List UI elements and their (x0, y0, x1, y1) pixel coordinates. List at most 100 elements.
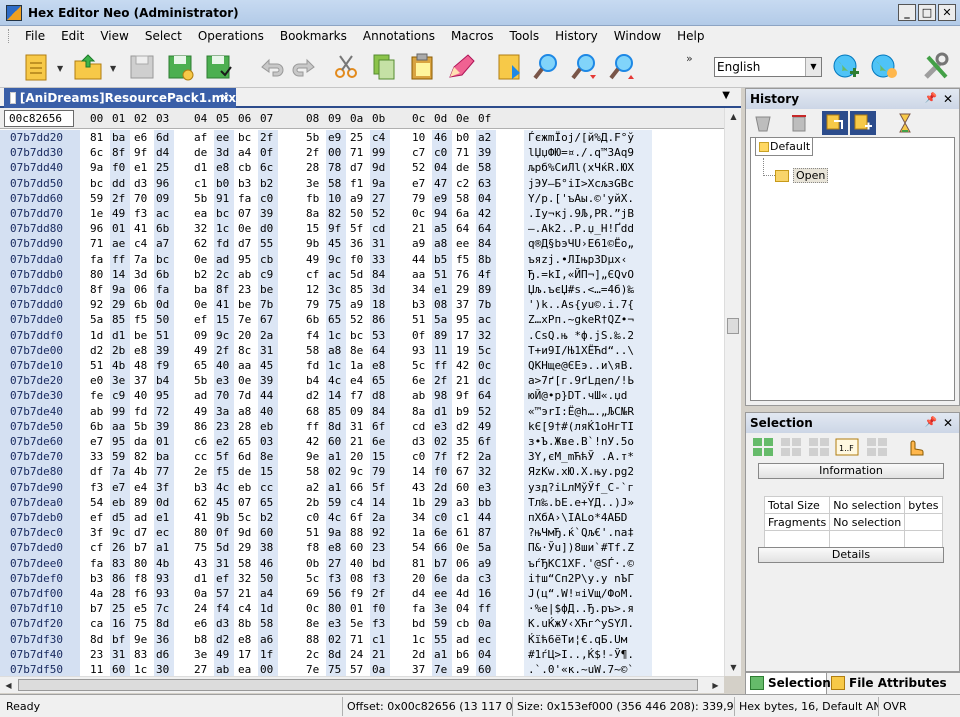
ascii-text[interactable]: ъяzј.­•ЛIњр3Dµх‹ (528, 252, 652, 268)
hex-row[interactable]: 07b7ddb0 80 14 3d 6b b2 2c ab c9 cf ac 5d 84 aa 51 76 4f… (0, 266, 724, 283)
menu-window[interactable]: Window (606, 26, 669, 46)
hex-byte[interactable]: 32 (478, 464, 498, 480)
hex-byte[interactable]: 37 (456, 297, 476, 313)
hex-byte[interactable]: 80 (90, 267, 110, 283)
hex-byte[interactable]: 94 (434, 206, 454, 222)
horizontal-scroll-thumb[interactable] (18, 679, 698, 691)
hex-byte[interactable]: 20 (412, 571, 432, 587)
hex-byte[interactable]: e3 (434, 419, 454, 435)
hex-column-label[interactable]: 01 (112, 112, 132, 125)
hex-byte[interactable]: 0e (194, 252, 214, 268)
hex-byte[interactable]: b0 (216, 176, 236, 192)
hex-column-label[interactable]: 06 (238, 112, 258, 125)
hex-byte[interactable]: e7 (90, 434, 110, 450)
hex-byte[interactable]: 14 (112, 267, 132, 283)
hex-view[interactable]: 00c82656 00 01 02 03 04 05 06 07 08 09 0a 0b 0c 0d 0e 0… (0, 108, 724, 676)
hex-byte[interactable]: bc (216, 206, 236, 222)
hex-byte[interactable]: 15 (260, 464, 280, 480)
hex-column-label[interactable]: 09 (328, 112, 348, 125)
hex-byte[interactable]: bc (156, 252, 176, 268)
hex-byte[interactable]: 32 (238, 571, 258, 587)
hex-byte[interactable]: 52 (412, 160, 432, 176)
ascii-text[interactable]: Џљ.ъєЏ#ѕ.<…=4б)‰ (528, 282, 652, 298)
hex-column-label[interactable]: 0e (456, 112, 476, 125)
hex-byte[interactable]: c2 (456, 176, 476, 192)
hex-byte[interactable]: cd (412, 419, 432, 435)
hex-byte[interactable]: 07 (238, 206, 258, 222)
ascii-text[interactable]: Tл‰.bE.e+YД..)Ј» (528, 495, 652, 511)
status-offset[interactable]: Offset: 0x00c82656 (13 117 014) (342, 697, 512, 716)
hex-byte[interactable]: 21 (412, 221, 432, 237)
hex-byte[interactable]: 42 (478, 206, 498, 222)
hex-row[interactable]: 07b7de00 d2 2b e8 39 49 2f 8c 31 58 a8 8e 64 93 11 19 5c… (0, 342, 724, 359)
hex-byte[interactable]: ec (478, 632, 498, 648)
hex-byte[interactable]: c3 (478, 571, 498, 587)
hex-byte[interactable]: 40 (260, 404, 280, 420)
hex-byte[interactable]: 92 (372, 525, 392, 541)
hex-row[interactable]: 07b7dda0 fa ff 7a bc 0e ad 95 cb 49 9c f0 33 44 b5 f5 8b… (0, 251, 724, 268)
hex-byte[interactable]: 86 (372, 312, 392, 328)
hex-byte[interactable]: d2 (456, 419, 476, 435)
hex-byte[interactable]: a9 (350, 297, 370, 313)
hex-byte[interactable]: 1f (260, 647, 280, 663)
hex-byte[interactable]: 5f (372, 480, 392, 496)
menu-edit[interactable]: Edit (53, 26, 92, 46)
ascii-text[interactable]: #1ѓЦ>I..,Ќ$!-Ў¶. (528, 647, 652, 663)
hex-byte[interactable]: a8 (328, 343, 348, 359)
hex-byte[interactable]: 00 (328, 145, 348, 161)
hex-byte[interactable]: 45 (216, 495, 236, 511)
hex-byte[interactable]: ea (194, 206, 214, 222)
hex-byte[interactable]: fa (156, 282, 176, 298)
hex-row[interactable]: 07b7ddf0 1d d1 be 51 09 9c 20 2a f4 1c bc 53 0f 89 17 32… (0, 327, 724, 344)
hex-byte[interactable]: f4 (306, 328, 326, 344)
hex-byte[interactable]: b8 (194, 632, 214, 648)
vertical-scrollbar[interactable]: ▲ ▼ (724, 108, 741, 676)
hex-byte[interactable]: 4c (328, 373, 348, 389)
hex-byte[interactable]: 80 (328, 601, 348, 617)
hex-byte[interactable]: f9 (350, 586, 370, 602)
hex-row[interactable]: 07b7dd40 9a f0 e1 25 d1 e8 cb 6c 28 78 d7 9d 52 04 de 58… (0, 160, 724, 177)
hex-byte[interactable]: d4 (412, 586, 432, 602)
hex-byte[interactable]: 96 (90, 221, 110, 237)
hex-byte[interactable]: be (260, 282, 280, 298)
hex-byte[interactable]: b6 (456, 647, 476, 663)
hex-byte[interactable]: 45 (328, 236, 348, 252)
menu-grip[interactable] (8, 29, 11, 43)
hex-byte[interactable]: 3d (372, 282, 392, 298)
hex-byte[interactable]: ee (216, 130, 236, 146)
hex-byte[interactable]: a3 (456, 495, 476, 511)
hex-byte[interactable]: b3 (412, 297, 432, 313)
hex-byte[interactable]: 15 (372, 449, 392, 465)
hex-byte[interactable]: 59 (328, 495, 348, 511)
hex-byte[interactable]: 4c (216, 480, 236, 496)
ascii-text[interactable]: Ќїћ6ёТи¦€.qБ.U­м (528, 632, 652, 648)
hex-row[interactable]: 07b7dee0 fa 83 80 4b 43 31 58 46 0b 27 40 bd 81 b7 06 a9… (0, 555, 724, 572)
hex-byte[interactable]: 93 (412, 343, 432, 359)
hex-byte[interactable]: 0a (372, 662, 392, 676)
hex-byte[interactable]: de (238, 464, 258, 480)
pin-icon[interactable]: 📌 (925, 89, 937, 109)
hex-byte[interactable]: a9 (456, 662, 476, 676)
hex-byte[interactable]: e9 (328, 130, 348, 146)
hex-byte[interactable]: 0c (412, 206, 432, 222)
hex-byte[interactable]: 27 (372, 191, 392, 207)
hex-byte[interactable]: 84 (372, 404, 392, 420)
hex-byte[interactable]: 49 (306, 252, 326, 268)
hex-byte[interactable]: f7 (350, 388, 370, 404)
hex-byte[interactable]: 8f (216, 282, 236, 298)
hex-byte[interactable]: c6 (194, 434, 214, 450)
tab-file-attributes[interactable]: File Attributes (827, 673, 957, 695)
hex-byte[interactable]: 1b (412, 495, 432, 511)
language-select[interactable]: English ▼ (714, 57, 822, 77)
hex-byte[interactable]: 9c (328, 252, 348, 268)
hex-row[interactable]: 07b7de40 ab 99 fd 72 49 3a a8 40 68 85 09 84 8a d1 b9 52… (0, 403, 724, 420)
hex-byte[interactable]: 6b (156, 267, 176, 283)
hex-byte[interactable]: 23 (216, 419, 236, 435)
hex-byte[interactable]: 95 (112, 434, 132, 450)
hex-byte[interactable]: 4a (90, 586, 110, 602)
ascii-text[interactable]: Y/p.['ъАы.©'уйX. (528, 191, 652, 207)
hex-byte[interactable]: f6 (134, 586, 154, 602)
hex-row[interactable]: 07b7de50 6b aa 5b 39 86 23 28 eb ff 8d 31 6f cd e3 d2 49… (0, 418, 724, 435)
hex-byte[interactable]: cd (372, 221, 392, 237)
hex-byte[interactable]: 5d (350, 267, 370, 283)
